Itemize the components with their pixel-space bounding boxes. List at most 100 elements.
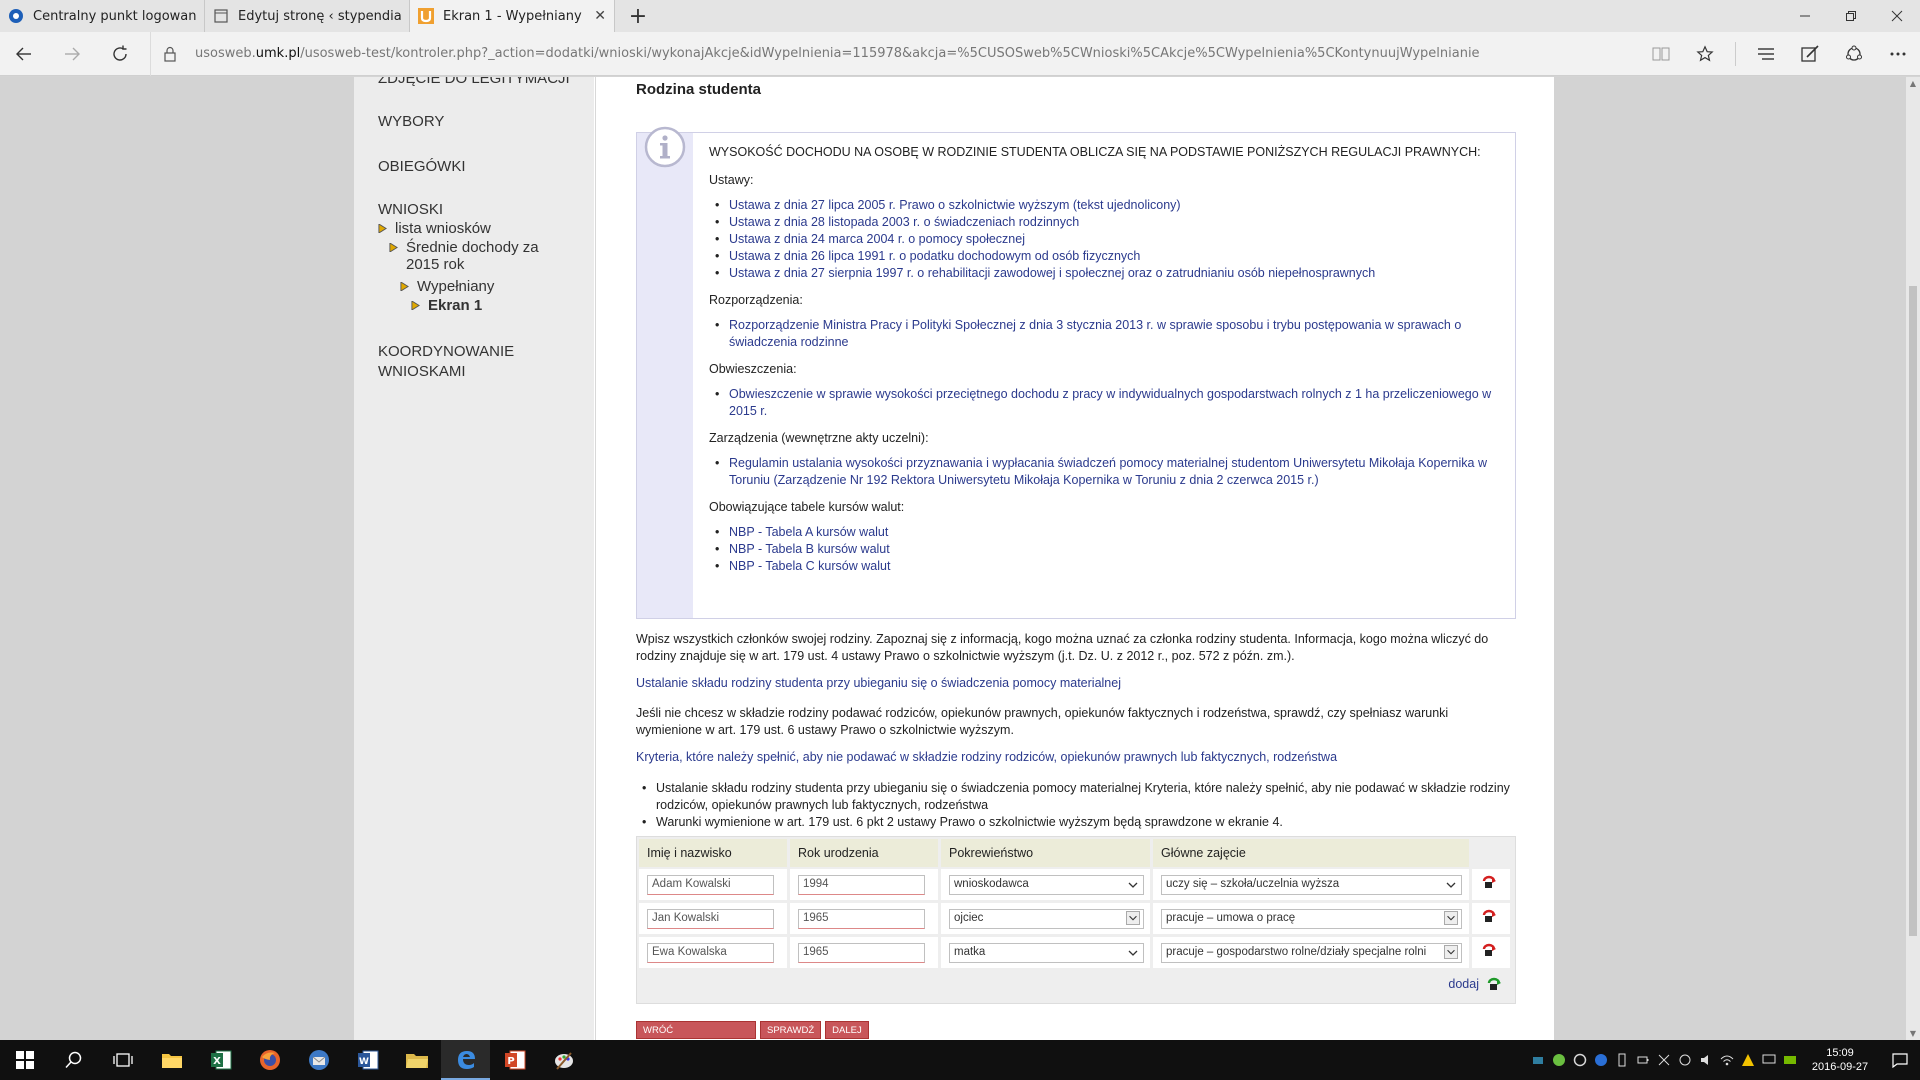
law-link[interactable]: Ustawa z dnia 27 lipca 2005 r. Prawo o s… [715, 197, 1499, 214]
main-content: Rodzina studenta WYSOKOŚĆ DOCHODU NA OSO… [595, 77, 1554, 1040]
criteria-link[interactable]: Kryteria, które należy spełnić, aby nie … [636, 750, 1516, 764]
announcement-link[interactable]: Obwieszczenie w sprawie wysokości przeci… [715, 386, 1499, 420]
year-input[interactable]: 1994 [798, 875, 925, 895]
sidebar-subitem-lista[interactable]: lista wniosków [378, 220, 578, 237]
check-button[interactable]: SPRAWDŹ [760, 1021, 822, 1039]
back-icon[interactable] [0, 32, 48, 76]
ordinance-link[interactable]: Regulamin ustalania wysokości przyznawan… [715, 455, 1499, 489]
occupation-value: uczy się – szkoła/uczelnia wyższa [1166, 878, 1340, 890]
occupation-select[interactable]: uczy się – szkoła/uczelnia wyższa [1161, 875, 1462, 895]
remove-row-icon[interactable] [1480, 908, 1498, 924]
law-link[interactable]: Ustawa z dnia 27 sierpnia 1997 r. o reha… [715, 265, 1499, 282]
taskbar: X W P 15:09 2016-09-27 [0, 1040, 1920, 1080]
sidebar-item-id-photo[interactable]: ZDJĘCIE DO LEGITYMACJI [378, 77, 570, 87]
exchange-table-link[interactable]: NBP - Tabela B kursów walut [715, 541, 1499, 558]
exchange-table-link[interactable]: NBP - Tabela C kursów walut [715, 558, 1499, 575]
add-row-button[interactable]: dodaj [1448, 976, 1503, 992]
favorite-star-icon[interactable] [1683, 32, 1727, 76]
tray-sync-icon[interactable] [1674, 1040, 1695, 1080]
remove-row-icon[interactable] [1480, 874, 1498, 890]
name-input[interactable]: Jan Kowalski [647, 909, 774, 929]
more-icon[interactable] [1876, 32, 1920, 76]
tray-update-icon[interactable] [1569, 1040, 1590, 1080]
task-view-icon[interactable] [98, 1040, 147, 1080]
sidebar-item-obiegowki[interactable]: OBIEGÓWKI [378, 158, 466, 175]
tray-battery-icon[interactable] [1632, 1040, 1653, 1080]
year-input[interactable]: 1965 [798, 909, 925, 929]
paint-icon[interactable] [539, 1040, 588, 1080]
restore-icon[interactable] [1828, 0, 1874, 32]
minimize-icon[interactable] [1782, 0, 1828, 32]
name-input[interactable]: Adam Kowalski [647, 875, 774, 895]
year-input[interactable]: 1965 [798, 943, 925, 963]
search-icon[interactable] [49, 1040, 98, 1080]
url-field[interactable]: usosweb.umk.pl/usosweb-test/kontroler.ph… [150, 31, 1639, 76]
relation-select[interactable]: wnioskodawca [949, 875, 1144, 895]
tray-bluetooth-icon[interactable] [1590, 1040, 1611, 1080]
cell-year: 1965 [790, 903, 938, 934]
start-windows-icon[interactable] [0, 1040, 49, 1080]
tray-usb-icon[interactable] [1611, 1040, 1632, 1080]
file-explorer-icon[interactable] [147, 1040, 196, 1080]
scrollbar-thumb[interactable] [1909, 286, 1917, 936]
tab-ekran-1[interactable]: Ekran 1 - Wypełniany - ✕ [410, 0, 615, 32]
chevron-down-icon [1444, 878, 1458, 892]
occupation-select[interactable]: pracuje – umowa o pracę [1161, 909, 1462, 929]
hub-icon[interactable] [1744, 32, 1788, 76]
word-icon[interactable]: W [343, 1040, 392, 1080]
tab-edit-page[interactable]: Edytuj stronę ‹ stypendia.um [205, 0, 410, 32]
excel-icon[interactable]: X [196, 1040, 245, 1080]
powerpoint-icon[interactable]: P [490, 1040, 539, 1080]
taskbar-clock[interactable]: 15:09 2016-09-27 [1800, 1046, 1880, 1074]
law-link[interactable]: Ustawa z dnia 26 lipca 1991 r. o podatku… [715, 248, 1499, 265]
web-note-icon[interactable] [1788, 32, 1832, 76]
close-tab-icon[interactable]: ✕ [594, 8, 606, 24]
sidebar-subitem-wypelniany[interactable]: Wypełniany [400, 278, 580, 295]
folder-icon[interactable] [392, 1040, 441, 1080]
firefox-icon[interactable] [245, 1040, 294, 1080]
sidebar-subitem-ekran-1[interactable]: Ekran 1 [411, 297, 581, 314]
refresh-icon[interactable] [96, 32, 144, 76]
tray-app-icon[interactable] [1527, 1040, 1548, 1080]
vertical-scrollbar[interactable]: ▲ ▼ [1906, 77, 1920, 1040]
law-link[interactable]: Ustawa z dnia 28 listopada 2003 r. o świ… [715, 214, 1499, 231]
reading-view-icon[interactable] [1639, 32, 1683, 76]
tray-shield-icon[interactable] [1548, 1040, 1569, 1080]
tray-network-off-icon[interactable] [1653, 1040, 1674, 1080]
action-center-icon[interactable] [1880, 1052, 1920, 1068]
exchange-table-link[interactable]: NBP - Tabela A kursów walut [715, 524, 1499, 541]
sidebar-item-koordynowanie[interactable]: KOORDYNOWANIE WNIOSKAMI [378, 342, 528, 382]
sidebar-subitem-srednie-dochody[interactable]: Średnie dochody za 2015 rok [389, 239, 539, 273]
relation-select[interactable]: ojciec [949, 909, 1144, 929]
tab-login[interactable]: Centralny punkt logowania [0, 0, 205, 32]
sidebar-item-wnioski[interactable]: WNIOSKI [378, 201, 443, 218]
tray-monitor-icon[interactable] [1758, 1040, 1779, 1080]
page-viewport: ZDJĘCIE DO LEGITYMACJI WYBORY OBIEGÓWKI … [0, 77, 1920, 1040]
cell-delete [1472, 869, 1510, 900]
new-tab-button[interactable]: + [615, 0, 661, 32]
regulation-link[interactable]: Rozporządzenie Ministra Pracy i Polityki… [715, 317, 1499, 351]
relation-value: wnioskodawca [954, 878, 1029, 890]
scroll-down-icon[interactable]: ▼ [1909, 1029, 1917, 1038]
sidebar-item-wybory[interactable]: WYBORY [378, 113, 444, 130]
back-button[interactable]: WRÓĆ [636, 1021, 756, 1039]
scroll-up-icon[interactable]: ▲ [1909, 79, 1917, 88]
law-link[interactable]: Ustawa z dnia 24 marca 2004 r. o pomocy … [715, 231, 1499, 248]
occupation-select[interactable]: pracuje – gospodarstwo rolne/działy spec… [1161, 943, 1462, 963]
share-icon[interactable] [1832, 32, 1876, 76]
close-window-icon[interactable] [1874, 0, 1920, 32]
name-input[interactable]: Ewa Kowalska [647, 943, 774, 963]
family-composition-link[interactable]: Ustalanie składu rodziny studenta przy u… [636, 676, 1516, 690]
edge-browser-icon[interactable] [441, 1040, 490, 1080]
ustawy-list: Ustawa z dnia 27 lipca 2005 r. Prawo o s… [709, 197, 1499, 282]
tray-wifi-icon[interactable] [1716, 1040, 1737, 1080]
relation-select[interactable]: matka [949, 943, 1144, 963]
next-button[interactable]: DALEJ [825, 1021, 869, 1039]
table-header: Imię i nazwisko Rok urodzenia Pokrewieńs… [639, 839, 1513, 867]
tray-nvidia-icon[interactable] [1779, 1040, 1800, 1080]
forward-icon[interactable] [48, 32, 96, 76]
tray-warning-icon[interactable] [1737, 1040, 1758, 1080]
thunderbird-icon[interactable] [294, 1040, 343, 1080]
remove-row-icon[interactable] [1480, 942, 1498, 958]
tray-volume-icon[interactable] [1695, 1040, 1716, 1080]
